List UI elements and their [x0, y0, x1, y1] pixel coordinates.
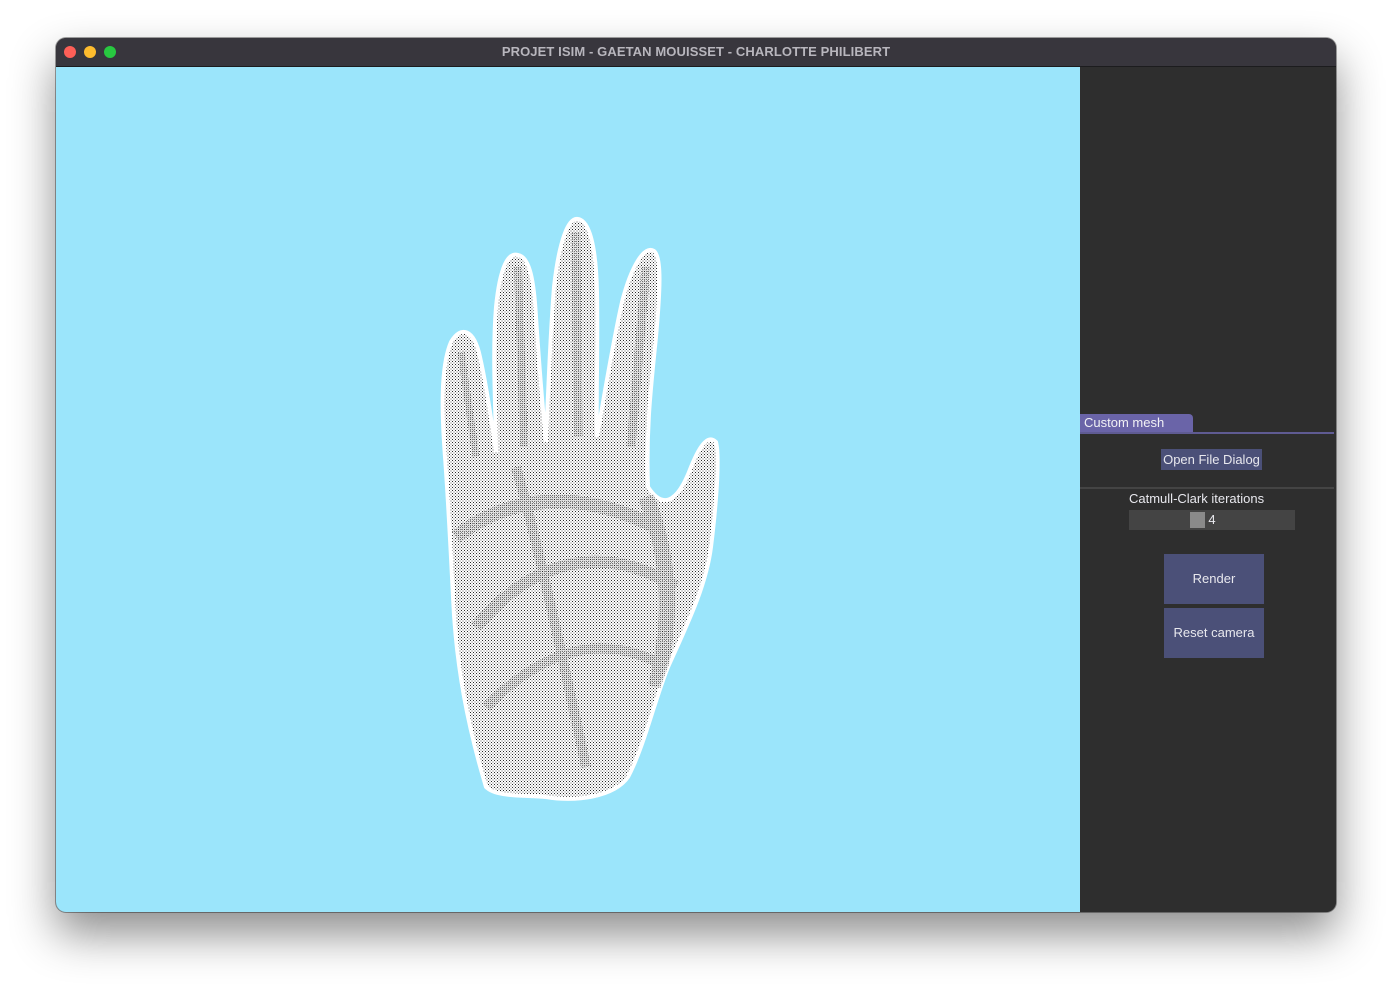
window-title: PROJET ISIM - GAETAN MOUISSET - CHARLOTT… [501, 44, 891, 59]
control-panel: Custom mesh Open File Dialog Catmull-Cla… [1080, 67, 1336, 912]
title-bar[interactable]: PROJET ISIM - GAETAN MOUISSET - CHARLOTT… [56, 38, 1336, 67]
section-divider [1080, 487, 1334, 489]
hand-mesh-render [440, 216, 720, 801]
slider-value: 4 [1208, 512, 1216, 527]
tab-underline [1080, 432, 1334, 434]
catmull-clark-label: Catmull-Clark iterations [1129, 491, 1265, 506]
app-window: PROJET ISIM - GAETAN MOUISSET - CHARLOTT… [56, 38, 1336, 912]
3d-viewport[interactable] [56, 67, 1080, 912]
render-button[interactable]: Render [1164, 554, 1264, 604]
open-file-dialog-button[interactable]: Open File Dialog [1161, 449, 1262, 470]
tab-custom-mesh[interactable]: Custom mesh [1080, 414, 1193, 432]
reset-camera-button[interactable]: Reset camera [1164, 608, 1264, 658]
catmull-clark-slider[interactable]: 4 [1129, 510, 1295, 530]
